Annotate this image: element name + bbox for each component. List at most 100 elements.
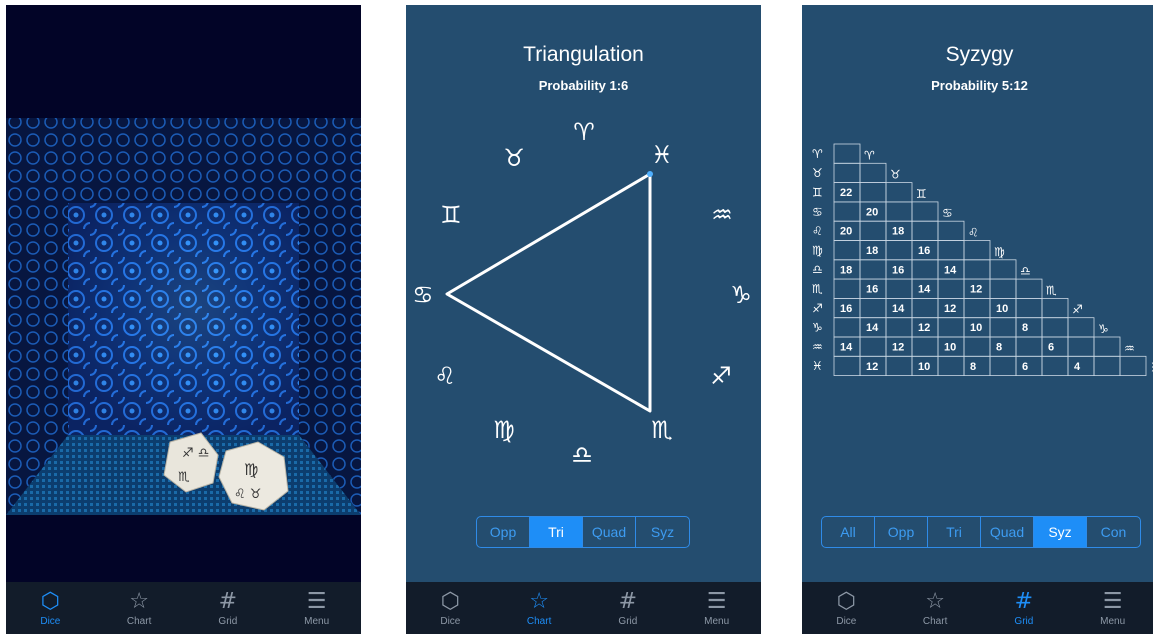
grid-cell[interactable] [989, 278, 1017, 299]
grid-cell[interactable] [1093, 355, 1121, 376]
grid-cell[interactable] [963, 259, 991, 280]
column-sign-label: ♒ [1124, 341, 1135, 355]
segment-all[interactable]: All [822, 517, 875, 547]
grid-cell[interactable] [911, 220, 939, 241]
tab-dice[interactable]: ⬡ Dice [802, 582, 891, 634]
grid-value: 16 [892, 264, 904, 276]
zodiac-sign: ♊ [440, 201, 462, 229]
tab-label: Dice [40, 615, 61, 627]
grid-cell[interactable] [1041, 355, 1069, 376]
grid-cell[interactable] [989, 317, 1017, 338]
grid-cell[interactable] [911, 201, 939, 222]
grid-cell[interactable] [989, 355, 1017, 376]
grid-cell[interactable] [859, 162, 887, 184]
grid-cell[interactable] [885, 201, 913, 222]
zodiac-sign: ♋ [412, 281, 434, 309]
tab-label: Dice [836, 615, 857, 627]
grid-cell[interactable] [1041, 336, 1069, 357]
grid-cell[interactable] [1015, 355, 1043, 376]
segment-quad[interactable]: Quad [583, 517, 636, 547]
tab-menu[interactable]: ☰ Menu [672, 582, 761, 634]
zodiac-sign: ♍ [493, 416, 515, 444]
grid-cell[interactable] [833, 240, 861, 261]
grid-cell[interactable] [833, 162, 861, 184]
grid-cell[interactable] [963, 355, 991, 376]
tab-bar: ⬡ Dice ☆ Chart # Grid ☰ Menu [406, 582, 761, 634]
segment-syz[interactable]: Syz [1034, 517, 1087, 547]
grid-cell[interactable] [859, 259, 887, 280]
grid-cell[interactable] [937, 317, 965, 338]
grid-cell[interactable] [911, 297, 939, 319]
grid-cell[interactable] [885, 317, 913, 338]
grid-value: 16 [866, 284, 878, 296]
tab-dice[interactable]: ⬡ Dice [6, 582, 95, 634]
tab-label: Chart [126, 615, 152, 627]
grid-cell[interactable] [859, 182, 887, 203]
segment-tri[interactable]: Tri [928, 517, 981, 547]
grid-cell[interactable] [963, 336, 991, 357]
segment-con[interactable]: Con [1087, 517, 1140, 547]
grid-value: 22 [840, 187, 852, 199]
tab-chart[interactable]: ☆ Chart [495, 582, 584, 634]
tab-label: Chart [526, 615, 552, 627]
grid-cell[interactable] [885, 355, 913, 376]
grid-cell[interactable] [1067, 355, 1095, 376]
grid-cell[interactable] [1015, 317, 1043, 338]
grid-cell[interactable] [885, 240, 913, 261]
segment-quad[interactable]: Quad [981, 517, 1034, 547]
grid-cell[interactable] [833, 143, 861, 164]
segment-syz[interactable]: Syz [636, 517, 689, 547]
grid-cell[interactable] [885, 278, 913, 299]
row-sign-label: ♐ [812, 301, 823, 315]
grid-cell[interactable] [833, 201, 861, 222]
grid-cell[interactable] [1015, 297, 1043, 319]
zodiac-sign: ♌ [434, 362, 456, 390]
grid-cell[interactable] [885, 182, 913, 203]
grid-screen: Syzygy Probability 5:12 ♈ ♈ ♉ ♉ ♊ ♊ ♋ ♋ ♌ ♌ ♍ ♍ ♎ ♎ ♏ ♏… [802, 5, 1153, 634]
tab-label: Grid [218, 615, 238, 627]
grid-cell[interactable] [963, 297, 991, 319]
tab-label: Dice [440, 615, 461, 627]
grid-cell[interactable] [833, 278, 861, 299]
grid-cell[interactable] [1119, 355, 1147, 376]
grid-cell[interactable] [911, 336, 939, 357]
chart-screen: Triangulation Probability 1:6 ♈ ♉ ♊ ♋ ♌ ♍ ♎ ♏ ♐ ♑… [406, 5, 761, 634]
grid-cell[interactable] [859, 336, 887, 357]
tab-menu[interactable]: ☰ Menu [1068, 582, 1153, 634]
tab-chart[interactable]: ☆ Chart [891, 582, 980, 634]
grid-cell[interactable] [1067, 317, 1095, 338]
grid-cell[interactable] [937, 220, 965, 241]
grid-cell[interactable] [1093, 336, 1121, 357]
grid-cell[interactable] [1067, 336, 1095, 357]
grid-cell[interactable] [859, 220, 887, 241]
tab-chart[interactable]: ☆ Chart [95, 582, 184, 634]
tab-dice[interactable]: ⬡ Dice [406, 582, 495, 634]
grid-cell[interactable] [1041, 297, 1069, 319]
grid-cell[interactable] [833, 317, 861, 338]
grid-cell[interactable] [937, 355, 965, 376]
tab-grid[interactable]: # Grid [584, 582, 673, 634]
row-sign-label: ♈ [812, 147, 823, 161]
grid-cell[interactable] [911, 259, 939, 280]
tab-grid[interactable]: # Grid [184, 582, 273, 634]
grid-cell[interactable] [963, 240, 991, 261]
grid-cell[interactable] [1041, 317, 1069, 338]
segment-tri[interactable]: Tri [530, 517, 583, 547]
grid-cell[interactable] [989, 336, 1017, 357]
grid-value: 18 [866, 245, 878, 257]
grid-cell[interactable] [833, 355, 861, 376]
segment-opp[interactable]: Opp [477, 517, 530, 547]
grid-cell[interactable] [859, 297, 887, 319]
grid-cell[interactable] [937, 240, 965, 261]
zodiac-sign: ♎ [571, 441, 593, 469]
tab-menu[interactable]: ☰ Menu [272, 582, 361, 634]
segment-opp[interactable]: Opp [875, 517, 928, 547]
grid-cell[interactable] [1015, 278, 1043, 299]
tab-grid[interactable]: # Grid [980, 582, 1069, 634]
grid-cell[interactable] [937, 278, 965, 299]
grid-cell[interactable] [989, 259, 1017, 280]
grid-cell[interactable] [1015, 336, 1043, 357]
svg-text:♍: ♍ [244, 460, 258, 479]
column-sign-label: ♍ [994, 245, 1005, 259]
grid-value: 14 [918, 284, 931, 296]
